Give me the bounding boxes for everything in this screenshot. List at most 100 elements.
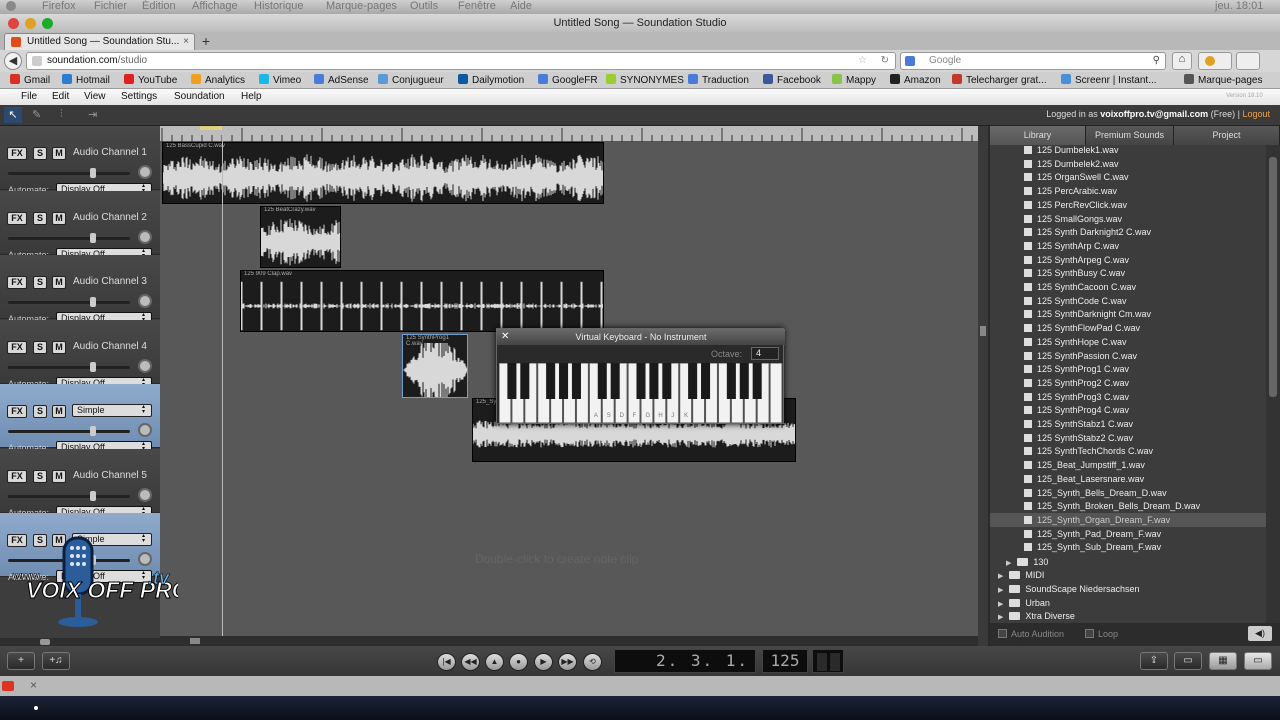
library-file-item[interactable]: 125 SynthFlowPad C.wav	[990, 321, 1266, 335]
channel-strip[interactable]: FXSMSimpleAutomate:Display Off	[0, 384, 160, 454]
site-identity-icon[interactable]	[32, 56, 42, 66]
solo-button[interactable]: S	[33, 276, 47, 289]
arrange-vertical-scrollbar[interactable]	[978, 126, 988, 646]
volume-slider[interactable]	[8, 365, 130, 369]
mac-menu-firefox[interactable]: Firefox	[42, 0, 76, 12]
channel-name[interactable]: Audio Channel 4	[73, 341, 147, 352]
library-folder-item[interactable]: ▶ Xtra Diverse	[990, 609, 1075, 623]
home-button[interactable]: ⌂	[1172, 52, 1192, 70]
tab-project[interactable]: Project	[1174, 126, 1280, 145]
keyboard-button[interactable]: ▦	[1209, 652, 1237, 670]
volume-slider[interactable]	[8, 172, 130, 175]
audio-clip-basscupid[interactable]: 125 BassCupid C.wav	[162, 142, 604, 204]
export-button[interactable]: ⇪	[1140, 652, 1168, 670]
volume-slider-thumb[interactable]	[90, 490, 96, 501]
menu-file[interactable]: File	[21, 91, 37, 102]
arrange-hscroll-thumb[interactable]	[190, 638, 200, 644]
library-file-item[interactable]: 125 Synth Darknight2 C.wav	[990, 225, 1266, 239]
audio-clip-909-clap[interactable]: 125 909 Clap.wav	[240, 270, 604, 332]
library-file-item[interactable]: 125 OrganSwell C.wav	[990, 170, 1266, 184]
solo-button[interactable]: S	[33, 469, 47, 483]
menu-view[interactable]: View	[84, 91, 106, 102]
add-instrument-button[interactable]: +♫	[42, 652, 70, 670]
piano-keys[interactable]: ASDFGHJK	[499, 363, 783, 423]
mac-menu-outils[interactable]: Outils	[410, 0, 438, 12]
search-field[interactable]: Google ⚲	[900, 52, 1166, 70]
mute-button[interactable]: M	[52, 211, 66, 225]
split-tool-icon[interactable]: ⫶	[60, 108, 63, 121]
fx-button[interactable]: FX	[7, 276, 27, 289]
fullscreen-button[interactable]: ▭	[1244, 652, 1272, 670]
add-channel-button[interactable]: +	[7, 652, 35, 670]
expand-arrow-icon[interactable]: ▶	[998, 601, 1003, 608]
mute-button[interactable]: M	[52, 147, 66, 160]
library-folder-item[interactable]: ▶ Urban	[990, 596, 1050, 610]
loop-icon[interactable]: ⟲	[583, 653, 602, 671]
black-key[interactable]	[701, 363, 711, 399]
instrument-select[interactable]: Simple	[72, 404, 152, 417]
library-file-item[interactable]: 125 SynthHope C.wav	[990, 335, 1266, 349]
volume-slider-thumb[interactable]	[90, 297, 96, 307]
pan-knob[interactable]	[138, 294, 152, 308]
volume-slider-thumb[interactable]	[90, 361, 96, 372]
loop-checkbox[interactable]	[1085, 629, 1094, 638]
library-file-item[interactable]: 125 SynthBusy C.wav	[990, 266, 1266, 280]
bookmark-marque-pages[interactable]: Marque-pages	[1184, 74, 1262, 86]
pointer-tool-icon[interactable]: ↖	[4, 107, 22, 123]
solo-button[interactable]: S	[33, 405, 47, 418]
browser-tab[interactable]: Untitled Song — Soundation Stu... ×	[4, 33, 195, 50]
expand-arrow-icon[interactable]: ▶	[1006, 560, 1011, 567]
bookmark-synonymes[interactable]: SYNONYMES	[606, 74, 684, 86]
black-key[interactable]	[726, 363, 736, 399]
menu-settings[interactable]: Settings	[121, 91, 157, 102]
bpm-display[interactable]: 125	[762, 649, 808, 673]
menu-help[interactable]: Help	[241, 91, 262, 102]
library-file-item[interactable]: 125 SynthTechChords C.wav	[990, 444, 1266, 458]
library-file-item[interactable]: 125 PercRevClick.wav	[990, 198, 1266, 212]
auto-audition-checkbox[interactable]	[998, 629, 1007, 638]
library-file-item[interactable]: 125_Beat_Lasersnare.wav	[990, 472, 1266, 486]
black-key[interactable]	[752, 363, 762, 399]
black-key[interactable]	[610, 363, 620, 399]
mac-menu-historique[interactable]: Historique	[254, 0, 304, 12]
pan-knob[interactable]	[138, 487, 152, 502]
expand-arrow-icon[interactable]: ▶	[998, 573, 1003, 580]
black-key[interactable]	[597, 363, 607, 399]
expand-arrow-icon[interactable]: ▶	[998, 614, 1003, 621]
black-key[interactable]	[662, 363, 672, 399]
black-key[interactable]	[636, 363, 646, 399]
volume-slider[interactable]	[8, 236, 130, 240]
solo-button[interactable]: S	[33, 211, 47, 225]
volume-slider-thumb[interactable]	[90, 232, 96, 243]
solo-button[interactable]: S	[33, 340, 47, 354]
library-folder-item[interactable]: ▶ 130	[990, 555, 1048, 569]
audio-clip-synthprog1[interactable]: 125 SynthProg1 C.wav	[402, 334, 468, 398]
volume-slider-thumb[interactable]	[90, 426, 96, 436]
library-file-item[interactable]: 125 SynthProg1 C.wav	[990, 362, 1266, 376]
bookmark-conjugueur[interactable]: Conjugueur	[378, 74, 444, 86]
logout-link[interactable]: Logout	[1242, 109, 1270, 119]
library-file-item[interactable]: 125 SynthDarknight Cm.wav	[990, 307, 1266, 321]
volume-slider-thumb[interactable]	[90, 168, 96, 178]
bookmark-vimeo[interactable]: Vimeo	[259, 74, 301, 86]
volume-icon[interactable]: ◀)	[1248, 626, 1272, 641]
library-file-item[interactable]: 125 Dumbelek1.wav	[990, 145, 1266, 157]
white-key[interactable]	[769, 363, 783, 423]
fx-button[interactable]: FX	[7, 147, 27, 160]
mute-button[interactable]: M	[52, 405, 66, 418]
channel-name[interactable]: Audio Channel 3	[73, 276, 147, 287]
bookmark-facebook[interactable]: Facebook	[763, 74, 821, 86]
bookmark-traduction[interactable]: Traduction	[688, 74, 749, 86]
volume-slider[interactable]	[8, 301, 130, 304]
minimize-window-icon[interactable]	[25, 18, 36, 29]
library-folder-item[interactable]: ▶ SoundScape Niedersachsen	[990, 582, 1139, 596]
bookmark-dailymotion[interactable]: Dailymotion	[458, 74, 524, 86]
library-file-item[interactable]: 125_Synth_Sub_Dream_F.wav	[990, 540, 1266, 554]
bookmark-mappy[interactable]: Mappy	[832, 74, 876, 86]
volume-slider[interactable]	[8, 494, 130, 498]
library-scroll-thumb[interactable]	[1269, 157, 1277, 397]
playhead[interactable]	[222, 126, 223, 636]
black-key[interactable]	[571, 363, 581, 399]
tab-library[interactable]: Library	[990, 126, 1086, 145]
library-file-item[interactable]: 125 SynthCacoon C.wav	[990, 280, 1266, 294]
